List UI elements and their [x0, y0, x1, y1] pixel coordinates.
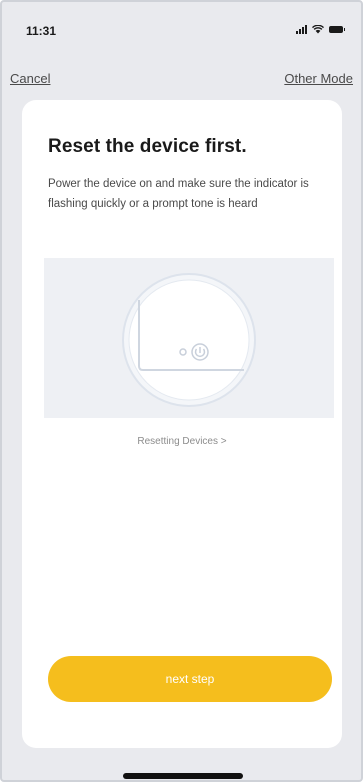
status-bar: 11:31 [2, 2, 361, 54]
page-title: Reset the device first. [48, 136, 247, 157]
other-mode-button[interactable]: Other Mode [284, 71, 353, 86]
device-illustration-graphic [122, 273, 256, 407]
phone-screen: 11:31 Cancel Other Mode Reset the device… [0, 0, 363, 782]
resetting-devices-link[interactable]: Resetting Devices > [22, 436, 342, 447]
signal-icon [296, 25, 307, 34]
next-step-button[interactable]: next step [48, 656, 332, 702]
device-reset-illustration [44, 258, 334, 418]
nav-bar: Cancel Other Mode [2, 66, 361, 90]
home-indicator [123, 773, 243, 779]
battery-icon [329, 26, 345, 33]
reset-card: Reset the device first. Power the device… [22, 100, 342, 748]
instruction-text: Power the device on and make sure the in… [48, 178, 309, 210]
wifi-icon [312, 25, 324, 34]
status-icons [296, 25, 345, 34]
status-time: 11:31 [26, 24, 57, 38]
cancel-button[interactable]: Cancel [10, 71, 50, 86]
